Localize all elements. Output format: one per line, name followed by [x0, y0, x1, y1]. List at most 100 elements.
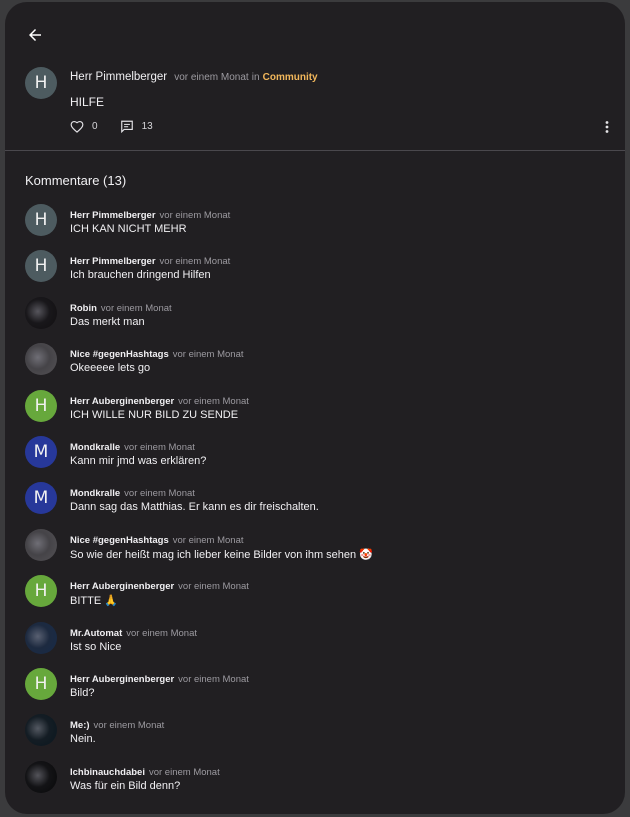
post-author-name[interactable]: Herr Pimmelberger — [70, 71, 167, 83]
comment-time: vor einem Monat — [178, 673, 249, 685]
comment-avatar[interactable] — [25, 760, 57, 793]
comment-header: Nice #gegenHashtags vor einem Monat — [70, 344, 244, 362]
comment-time: vor einem Monat — [148, 766, 220, 778]
post-time: vor einem Monat — [174, 72, 249, 83]
comment-item: Robin vor einem Monat Das merkt man — [25, 296, 615, 342]
comment-item: Mr.Automat vor einem Monat Ist so Nice — [25, 621, 615, 667]
comment-text: Dann sag das Matthias. Er kann es dir fr… — [70, 501, 319, 514]
comment-text: Das merkt man — [70, 315, 145, 328]
comment-time: vor einem Monat — [159, 256, 231, 268]
comment-avatar[interactable] — [25, 343, 57, 376]
comment-item: Ichbinauchdabei vor einem Monat Was für ei… — [25, 760, 615, 806]
comment-text: Ist so Nice — [70, 640, 122, 653]
like-count: 0 — [92, 121, 98, 132]
comment-time: vor einem Monat — [93, 720, 165, 732]
comment-header: Me:) vor einem Monat — [70, 715, 164, 733]
comment-time: vor einem Monat — [178, 581, 249, 593]
comment-author-name[interactable]: Mondkralle — [70, 442, 120, 453]
comment-text: Was für ein Bild denn? — [70, 779, 181, 792]
comment-header: Mondkralle vor einem Monat — [70, 437, 195, 455]
comment-item: H Herr Auberginenberger vor einem Monat BIT… — [25, 574, 615, 620]
arrow-left-icon — [29, 29, 41, 41]
comment-text: Ich brauchen dringend Hilfen — [70, 269, 211, 282]
comment-item: Nice #gegenHashtags vor einem Monat Okeeee… — [25, 342, 615, 388]
comment-author-name[interactable]: Robin — [70, 303, 97, 314]
comment-avatar[interactable] — [25, 714, 57, 747]
comment-avatar[interactable]: M — [25, 482, 57, 515]
comment-text: Kann mir jmd was erklären? — [70, 454, 207, 467]
post-body: HILFE — [70, 95, 105, 109]
comment-header: Robin vor einem Monat — [70, 298, 172, 316]
comment-avatar[interactable]: H — [25, 575, 57, 608]
post-actions: 0 13 — [70, 120, 175, 133]
back-button[interactable] — [23, 23, 47, 47]
comment-author-name[interactable]: Nice #gegenHashtags — [70, 535, 169, 546]
comment-header: Herr Auberginenberger vor einem Monat — [70, 576, 249, 594]
comment-item: M Mondkralle vor einem Monat Kann mir jmd w… — [25, 435, 615, 481]
comments-heading: Kommentare (13) — [25, 173, 127, 188]
comment-item: H Herr Pimmelberger vor einem Monat ICH KAN… — [25, 203, 615, 249]
comment-header: Nice #gegenHashtags vor einem Monat — [70, 530, 244, 548]
comment-time: vor einem Monat — [124, 441, 195, 453]
comment-button[interactable]: 13 — [120, 120, 153, 133]
comment-author-name[interactable]: Me:) — [70, 720, 90, 731]
comment-item: H Herr Pimmelberger vor einem Monat Ich bra… — [25, 249, 615, 295]
comment-avatar[interactable]: H — [25, 204, 57, 236]
comment-avatar[interactable] — [25, 621, 57, 654]
comment-author-name[interactable]: Ichbinauchdabei — [70, 767, 145, 778]
comment-avatar[interactable]: H — [25, 250, 57, 283]
comment-author-name[interactable]: Herr Auberginenberger — [70, 674, 174, 685]
comment-time: vor einem Monat — [178, 395, 249, 407]
comment-item: H Herr Auberginenberger vor einem Monat ICH… — [25, 389, 615, 435]
comment-author-name[interactable]: Nice #gegenHashtags — [70, 349, 169, 360]
post-detail-panel: H Herr Pimmelberger vor einem Monat in C… — [5, 2, 625, 814]
comment-header: Herr Auberginenberger vor einem Monat — [70, 669, 249, 687]
comment-author-name[interactable]: Herr Pimmelberger — [70, 210, 156, 221]
comment-time: vor einem Monat — [100, 302, 172, 314]
comment-time: vor einem Monat — [126, 627, 198, 639]
comment-header: Herr Auberginenberger vor einem Monat — [70, 391, 249, 409]
comment-text: Okeeeee lets go — [70, 362, 151, 375]
comment-author-name[interactable]: Mondkralle — [70, 488, 120, 499]
comment-header: Herr Pimmelberger vor einem Monat — [70, 251, 230, 269]
comment-text: ICH WILLE NUR BILD ZU SENDE — [70, 408, 239, 421]
comment-text: BITTE 🙏 — [70, 595, 118, 608]
comment-list: H Herr Pimmelberger vor einem Monat ICH KAN… — [25, 203, 615, 806]
comment-author-name[interactable]: Herr Pimmelberger — [70, 256, 156, 267]
divider — [5, 150, 625, 151]
comment-text: ICH KAN NICHT MEHR — [70, 223, 187, 235]
comment-text: Nein. — [70, 733, 96, 746]
post-header: Herr Pimmelberger vor einem Monat in Com… — [70, 71, 318, 83]
comment-avatar[interactable] — [25, 528, 57, 561]
comment-avatar[interactable] — [25, 296, 57, 329]
heart-outline-icon — [70, 120, 84, 133]
comment-header: Herr Pimmelberger vor einem Monat — [70, 205, 230, 223]
comment-header: Ichbinauchdabei vor einem Monat — [70, 762, 220, 780]
post-in-word: in — [251, 72, 260, 83]
comment-text: Bild? — [70, 686, 95, 699]
comment-time: vor einem Monat — [172, 534, 244, 546]
comment-time: vor einem Monat — [159, 210, 231, 221]
comment-avatar[interactable]: M — [25, 435, 57, 468]
comment-text: So wie der heißt mag ich lieber keine Bi… — [70, 548, 373, 561]
comment-author-name[interactable]: Herr Auberginenberger — [70, 581, 174, 592]
comment-item: Me:) vor einem Monat Nein. — [25, 713, 615, 759]
kebab-menu-icon — [605, 121, 609, 133]
comment-time: vor einem Monat — [172, 349, 244, 361]
comment-avatar[interactable]: H — [25, 389, 57, 422]
like-button[interactable]: 0 — [70, 120, 98, 133]
comment-count: 13 — [141, 121, 153, 132]
comment-time: vor einem Monat — [124, 488, 195, 500]
comment-header: Mondkralle vor einem Monat — [70, 483, 195, 501]
comment-header: Mr.Automat vor einem Monat — [70, 623, 197, 641]
comment-item: H Herr Auberginenberger vor einem Monat Bil… — [25, 667, 615, 713]
comment-author-name[interactable]: Herr Auberginenberger — [70, 396, 174, 407]
more-options-button[interactable] — [600, 119, 614, 135]
comment-item: Nice #gegenHashtags vor einem Monat So wie… — [25, 528, 615, 574]
post-author-avatar[interactable]: H — [25, 67, 57, 99]
comment-author-name[interactable]: Mr.Automat — [70, 628, 122, 639]
comment-item: M Mondkralle vor einem Monat Dann sag das M… — [25, 481, 615, 527]
post-community-link[interactable]: Community — [263, 72, 318, 83]
comment-avatar[interactable]: H — [25, 667, 57, 700]
comment-icon — [120, 120, 133, 133]
